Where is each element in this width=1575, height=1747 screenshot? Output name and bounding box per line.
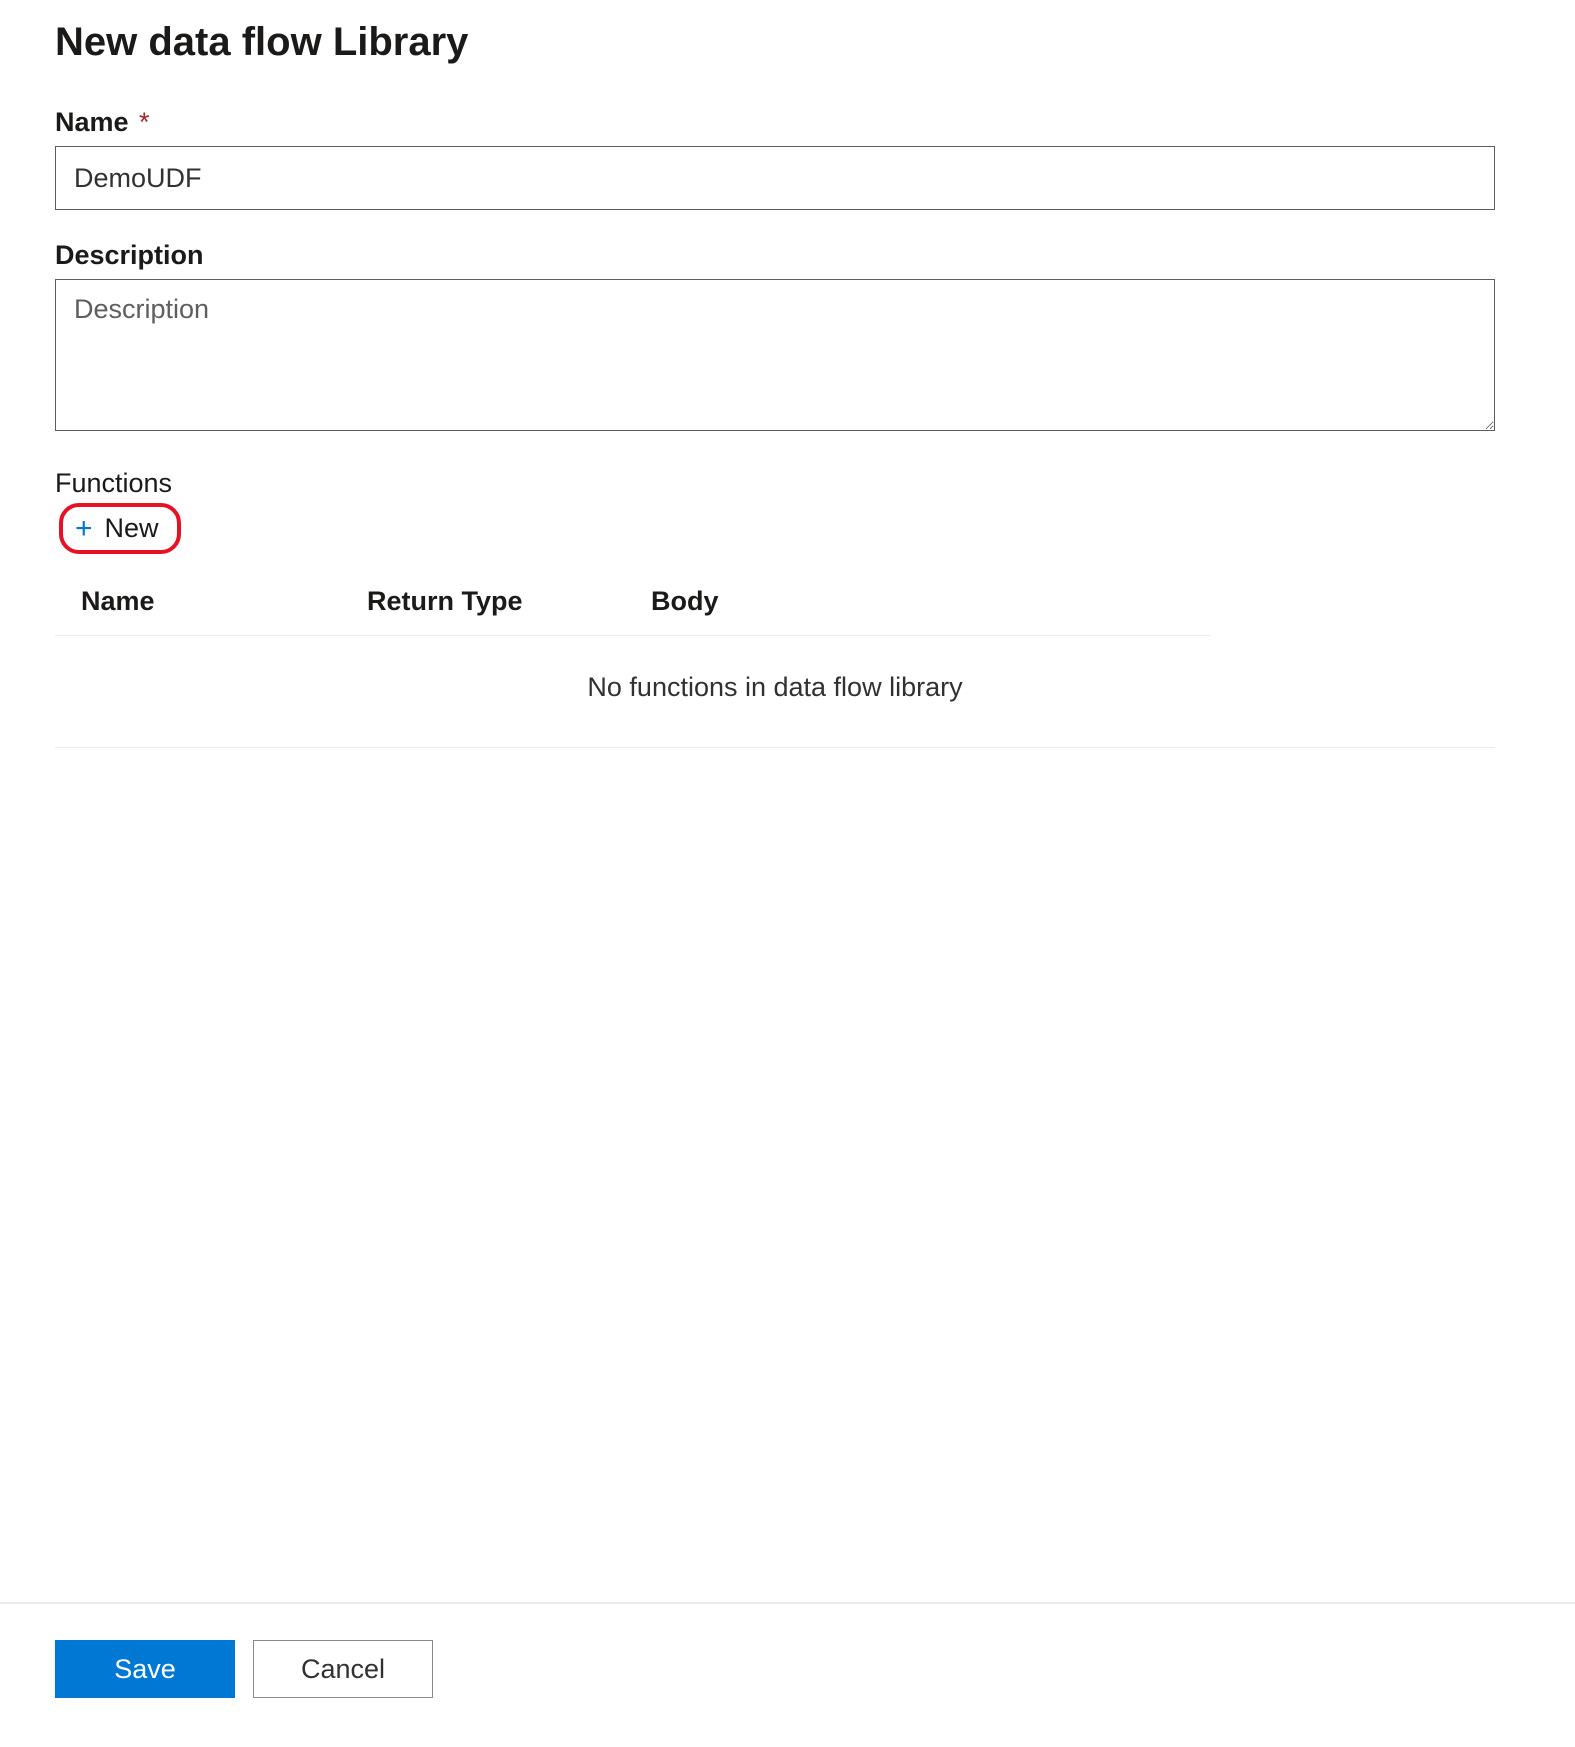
description-field-group: Description: [55, 240, 1520, 436]
footer-actions: Save Cancel: [55, 1640, 433, 1698]
name-input[interactable]: [55, 146, 1495, 210]
table-bottom-divider: [55, 747, 1495, 748]
column-header-body: Body: [651, 586, 1210, 617]
required-indicator: *: [139, 107, 150, 137]
functions-section-label: Functions: [55, 468, 1520, 499]
column-header-name: Name: [81, 586, 367, 617]
cancel-button[interactable]: Cancel: [253, 1640, 433, 1698]
functions-table: Name Return Type Body: [55, 576, 1210, 636]
table-header-row: Name Return Type Body: [55, 576, 1210, 636]
footer-divider: [0, 1602, 1575, 1604]
column-header-return-type: Return Type: [367, 586, 651, 617]
save-button[interactable]: Save: [55, 1640, 235, 1698]
new-button-highlight: + New: [59, 503, 181, 554]
description-textarea[interactable]: [55, 279, 1495, 431]
description-label: Description: [55, 240, 204, 271]
empty-table-message: No functions in data flow library: [55, 636, 1495, 747]
page-title: New data flow Library: [55, 20, 1520, 65]
name-label: Name: [55, 107, 129, 138]
plus-icon: +: [75, 514, 93, 544]
name-field-group: Name *: [55, 107, 1520, 210]
new-button-label: New: [105, 513, 159, 544]
new-function-button[interactable]: + New: [69, 511, 165, 546]
